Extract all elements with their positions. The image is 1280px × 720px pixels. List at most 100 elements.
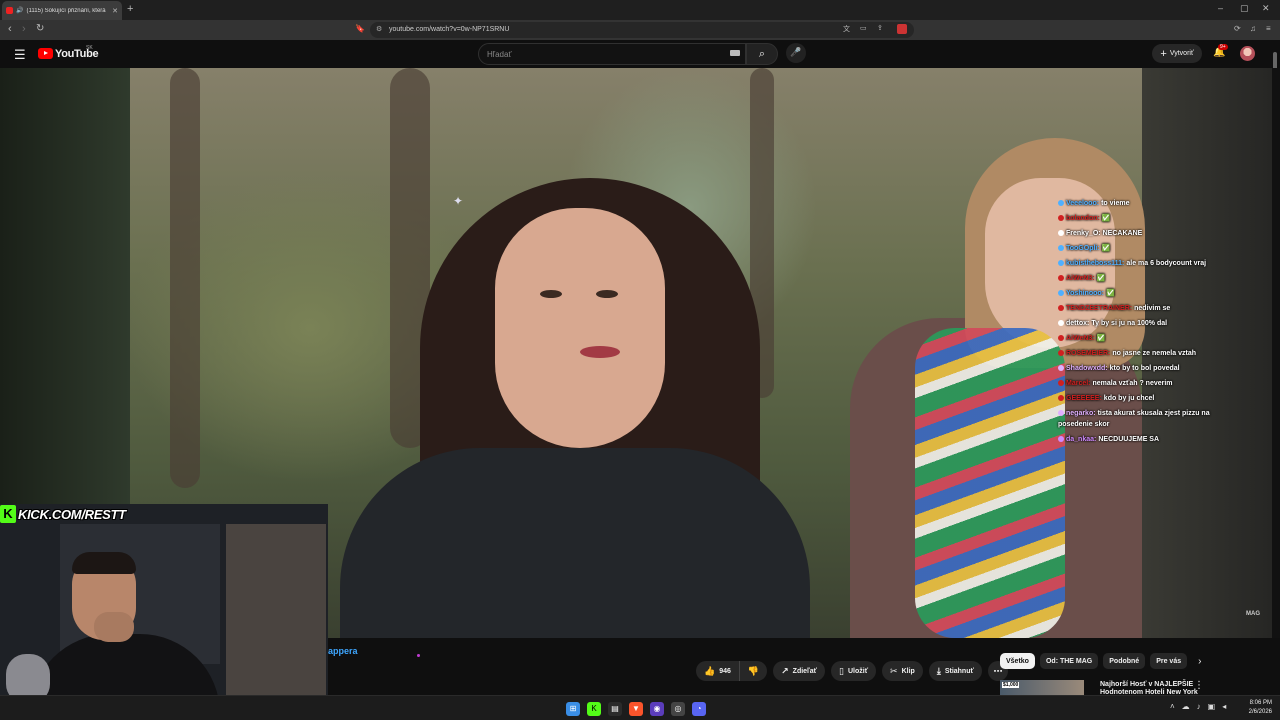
chip-all[interactable]: Všetko bbox=[1000, 653, 1035, 669]
volume-icon[interactable]: ◂ bbox=[1222, 702, 1226, 711]
chat-username: bolandon: bbox=[1066, 215, 1100, 222]
chat-username: GEEEEEE: bbox=[1066, 395, 1102, 402]
microphone-icon: 🎤 bbox=[790, 47, 802, 57]
dislike-button[interactable]: 👎 bbox=[738, 661, 768, 681]
chat-badge-icon bbox=[1058, 380, 1064, 386]
notification-badge: 9+ bbox=[1218, 44, 1228, 50]
chat-text: NECDUUJEME SA bbox=[1098, 436, 1160, 443]
site-info-icon[interactable]: ⚙ bbox=[376, 25, 382, 33]
address-bar[interactable]: ⚙ youtube.com/watch?v=0w-NP71SRNU bbox=[370, 22, 914, 38]
like-button[interactable]: 👍 946 bbox=[696, 661, 739, 681]
youtube-logo-icon[interactable] bbox=[38, 48, 53, 59]
streamer-hair bbox=[72, 552, 136, 574]
network-icon[interactable]: ▣ bbox=[1208, 702, 1216, 711]
chip-for-you[interactable]: Pre vás bbox=[1150, 653, 1188, 669]
voice-search-button[interactable]: 🎤 bbox=[786, 43, 806, 63]
clip-label: Klip bbox=[901, 667, 915, 675]
recommended-video[interactable]: $1,000 Najhorší Hosť v NAJLEPŠIE Hodnote… bbox=[1000, 678, 1268, 695]
sync-icon[interactable]: ⟳ bbox=[1234, 24, 1241, 33]
chat-badge-icon bbox=[1058, 320, 1064, 326]
mic-tray-icon[interactable]: ♪ bbox=[1197, 702, 1201, 711]
chat-badge-icon bbox=[1058, 260, 1064, 266]
chat-text: ✅ bbox=[1096, 335, 1106, 342]
chat-text: ✅ bbox=[1101, 215, 1111, 222]
chat-message: kubistheboss111: ale ma 6 bodycount vraj bbox=[1058, 258, 1228, 269]
thumbnail-price-tag: $1,000 bbox=[1002, 682, 1020, 688]
menu-dots-icon[interactable]: ≡ bbox=[1266, 24, 1271, 33]
recommended-title[interactable]: Najhorší Hosť v NAJLEPŠIE Hodnotenom Hot… bbox=[1100, 681, 1200, 695]
pip-icon[interactable]: ▭ bbox=[860, 24, 867, 32]
streamer-hand bbox=[94, 612, 134, 642]
clock-date: 2/6/2026 bbox=[1248, 709, 1272, 715]
share-icon: ↗ bbox=[781, 665, 789, 676]
bookmark-save-icon: ▯ bbox=[839, 665, 844, 676]
related-filter-chips: Všetko Od: THE MAG Podobné Pre vás › bbox=[1000, 653, 1201, 669]
maximize-button[interactable]: ▢ bbox=[1240, 3, 1249, 14]
chat-message: dettox: Ty by si ju na 100% dal bbox=[1058, 318, 1228, 329]
search-input[interactable]: Hľadať bbox=[478, 43, 746, 65]
close-tab-icon[interactable]: ✕ bbox=[112, 7, 118, 15]
browser-toolbar: ‹ › ↻ 🔖 ⚙ youtube.com/watch?v=0w-NP71SRN… bbox=[0, 20, 1280, 40]
chat-username: Shadowxdd: bbox=[1066, 365, 1108, 372]
chat-badge-icon bbox=[1058, 436, 1064, 442]
stream-chat-overlay: Veeelooo: to vieme bolandon: ✅ Frenky_O: NECA… bbox=[1058, 198, 1228, 449]
background-tree bbox=[170, 68, 200, 488]
clip-button[interactable]: ✂ Klip bbox=[882, 661, 923, 681]
reload-icon[interactable]: ↻ bbox=[36, 23, 44, 34]
obs-studio-icon[interactable]: ◎ bbox=[671, 702, 685, 716]
new-tab-button[interactable]: + bbox=[127, 3, 133, 15]
plus-icon: + bbox=[1160, 47, 1167, 60]
translate-icon[interactable]: 文 bbox=[843, 24, 850, 34]
create-button[interactable]: + Vytvoriť bbox=[1152, 44, 1202, 63]
chat-text: ale ma 6 bodycount vraj bbox=[1126, 260, 1207, 267]
share-page-icon[interactable]: ⇪ bbox=[877, 24, 883, 32]
kick-app-icon[interactable]: K bbox=[587, 702, 601, 716]
close-window-button[interactable]: ✕ bbox=[1262, 3, 1270, 14]
chip-related[interactable]: Podobné bbox=[1103, 653, 1146, 669]
keyboard-icon[interactable] bbox=[730, 50, 740, 56]
chat-username: TENDZEETRAINER: bbox=[1066, 305, 1133, 312]
download-label: Stiahnuť bbox=[944, 667, 974, 675]
chat-badge-icon bbox=[1058, 395, 1064, 401]
chat-badge-icon bbox=[1058, 305, 1064, 311]
hamburger-menu-icon[interactable]: ☰ bbox=[14, 47, 26, 63]
share-button[interactable]: ↗ Zdieľať bbox=[773, 661, 826, 681]
kick-banner: K KICK.COM/RESTT bbox=[0, 504, 126, 524]
search-button[interactable]: ⌕ bbox=[746, 43, 778, 65]
brave-shield-icon[interactable] bbox=[897, 24, 907, 34]
thumbs-up-icon: 👍 bbox=[704, 665, 716, 676]
chevron-right-icon[interactable]: › bbox=[1198, 656, 1201, 667]
brave-browser-icon[interactable]: ▼ bbox=[629, 702, 643, 716]
chat-username: Yoshinooo: bbox=[1066, 290, 1104, 297]
save-button[interactable]: ▯ Uložiť bbox=[831, 661, 877, 681]
minimize-button[interactable]: – bbox=[1218, 3, 1223, 13]
discord-icon[interactable]: ◔ bbox=[692, 702, 706, 716]
share-label: Zdieľať bbox=[792, 667, 818, 675]
chip-from-channel[interactable]: Od: THE MAG bbox=[1039, 653, 1099, 669]
more-vertical-icon[interactable]: ⋮ bbox=[1194, 680, 1204, 691]
media-icon[interactable]: ♫ bbox=[1250, 24, 1256, 33]
taskbar-clock[interactable]: 8:06 PM 2/6/2026 bbox=[1240, 699, 1272, 717]
chat-badge-icon bbox=[1058, 230, 1064, 236]
bookmark-icon[interactable]: 🔖 bbox=[355, 24, 365, 33]
cloud-icon[interactable]: ☁ bbox=[1182, 702, 1190, 711]
back-icon[interactable]: ‹ bbox=[8, 23, 12, 35]
woman-left-jacket bbox=[340, 448, 810, 638]
download-button[interactable]: ⤓ Stiahnuť bbox=[928, 661, 982, 681]
chat-badge-icon bbox=[1058, 350, 1064, 356]
chat-message: Shadowxdd: kto by to bol povedal bbox=[1058, 363, 1228, 374]
obs-app-icon[interactable]: ◉ bbox=[650, 702, 664, 716]
video-title-link[interactable]: appera bbox=[328, 646, 358, 656]
chevron-up-icon[interactable]: ˄ bbox=[1170, 702, 1175, 711]
windows-start-icon[interactable]: ⊞ bbox=[566, 702, 580, 716]
file-explorer-icon[interactable]: ▤ bbox=[608, 702, 622, 716]
speaker-icon[interactable]: 🔊 bbox=[16, 7, 23, 14]
browser-tab[interactable]: 🔊 (1115) Šokující přiznání, která ✕ bbox=[2, 1, 122, 20]
youtube-favicon-icon bbox=[6, 7, 13, 14]
chat-text: NECAKANE bbox=[1102, 230, 1143, 237]
woman-left-face bbox=[495, 208, 665, 448]
forward-icon[interactable]: › bbox=[22, 23, 26, 35]
chat-message: Veeelooo: to vieme bbox=[1058, 198, 1228, 209]
chat-username: Frenky_O: bbox=[1066, 230, 1101, 237]
avatar[interactable] bbox=[1240, 46, 1255, 61]
